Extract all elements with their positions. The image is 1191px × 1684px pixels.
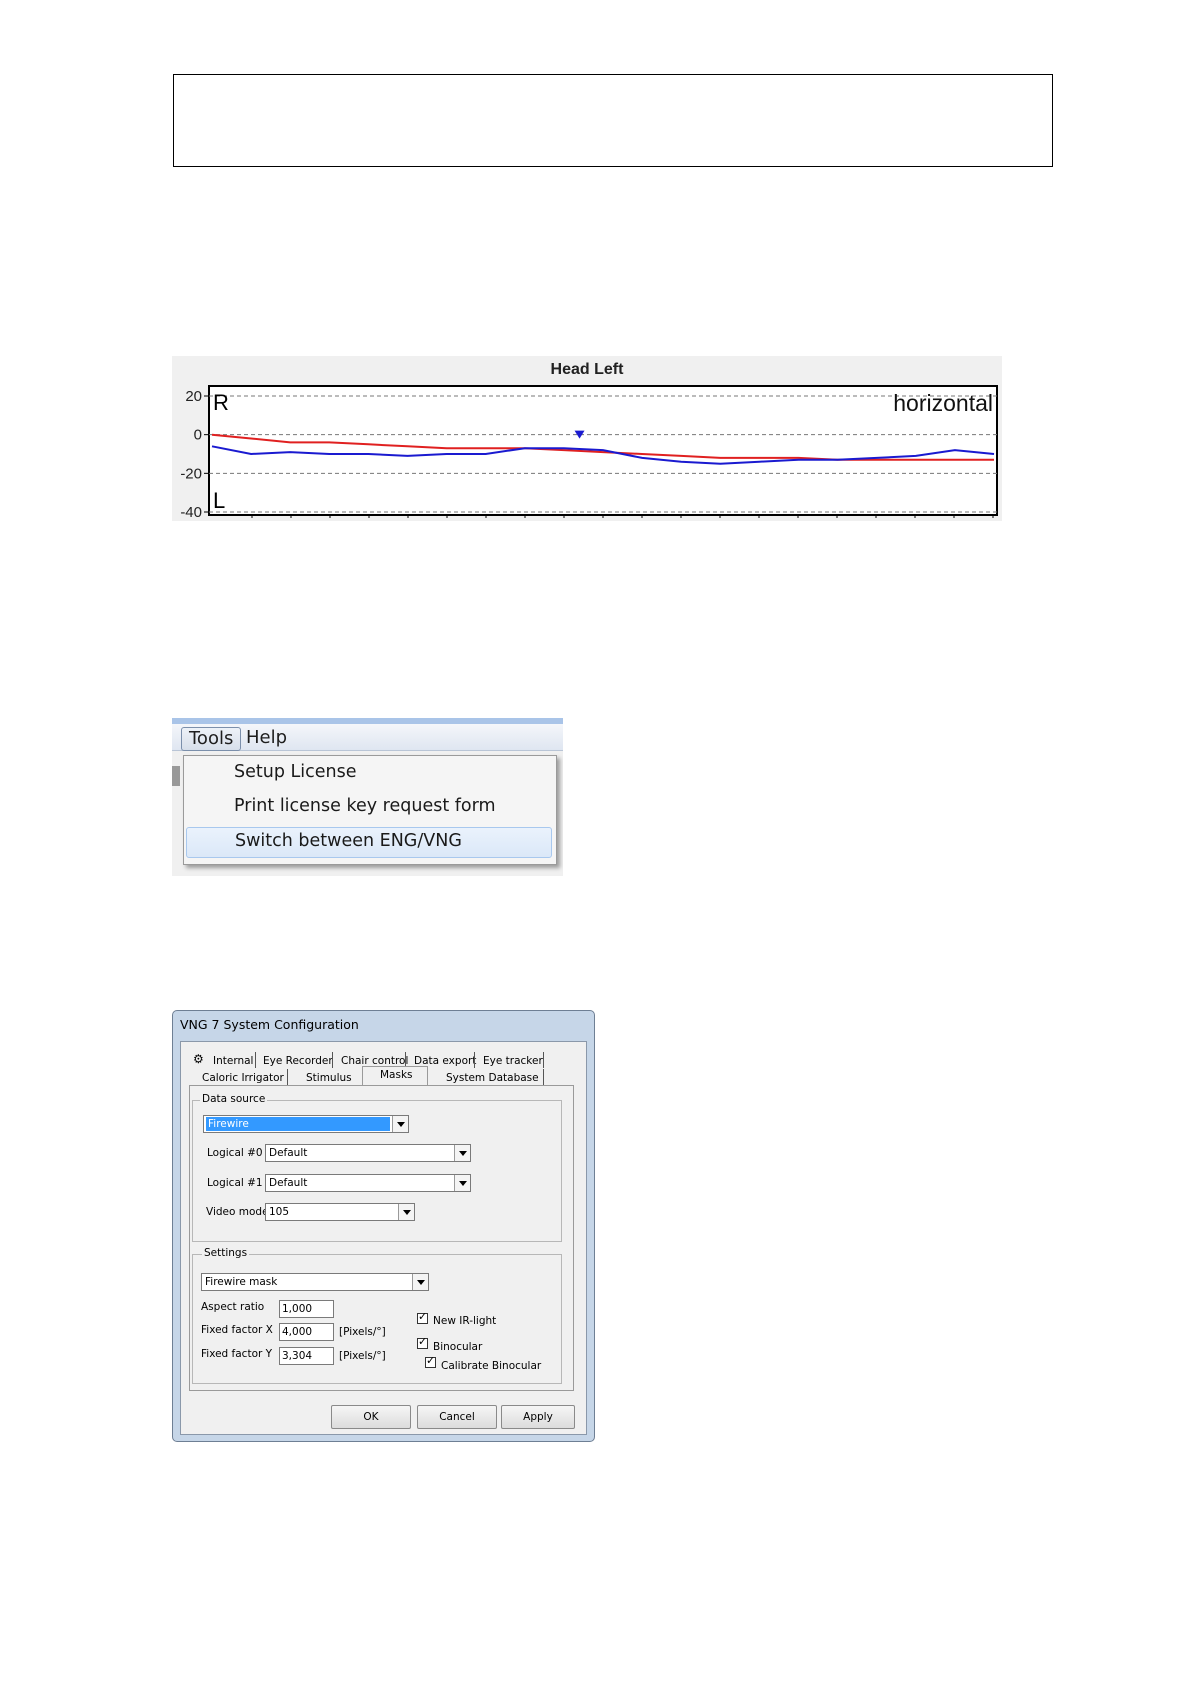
- system-configuration-dialog: VNG 7 System Configuration ⚙ Internal Ey…: [172, 1010, 595, 1442]
- toolbar-edge: [172, 766, 180, 786]
- tab-eye-tracker[interactable]: Eye tracker: [483, 1055, 543, 1067]
- tab-divider: [543, 1052, 544, 1068]
- y-tick-label: -40: [180, 504, 202, 521]
- menu-tools[interactable]: Tools: [181, 727, 242, 751]
- ok-button[interactable]: OK: [331, 1405, 411, 1429]
- dialog-body: ⚙ Internal Eye Recorder Chair control Da…: [180, 1041, 587, 1435]
- apply-button[interactable]: Apply: [501, 1405, 575, 1429]
- fixed-factor-y-unit: [Pixels/°]: [339, 1350, 386, 1362]
- head-left-chart: Head Left 20 0 -20 -40 R Lhorizontal: [172, 356, 1002, 521]
- menu-item-label: Switch between ENG/VNG: [235, 831, 462, 851]
- video-mode-label: Video mode: [206, 1206, 269, 1218]
- settings-icon: ⚙: [193, 1052, 204, 1066]
- calibrate-binocular-label: Calibrate Binocular: [441, 1360, 542, 1372]
- new-ir-light-checkbox[interactable]: [417, 1310, 428, 1324]
- logical1-label: Logical #1: [207, 1177, 263, 1189]
- menu-help[interactable]: Help: [239, 727, 294, 749]
- chevron-down-icon: [454, 1175, 470, 1191]
- input-value: 4,000: [282, 1326, 313, 1338]
- group-title: Settings: [202, 1247, 250, 1259]
- tab-stimulus[interactable]: Stimulus: [306, 1072, 352, 1084]
- tab-internal[interactable]: Internal: [213, 1055, 253, 1067]
- dialog-title: VNG 7 System Configuration: [180, 1017, 359, 1032]
- y-tick-label: -20: [180, 465, 202, 482]
- y-tick-label: 0: [194, 427, 202, 444]
- menu-item-setup-license[interactable]: Setup License: [186, 759, 552, 790]
- fixed-factor-x-unit: [Pixels/°]: [339, 1326, 386, 1338]
- settings-group: Settings Firewire mask Aspect ratio 1,00…: [192, 1247, 562, 1384]
- chevron-down-icon: [412, 1274, 428, 1290]
- selected-value: Firewire: [206, 1117, 390, 1131]
- menu-item-switch-eng-vng[interactable]: Switch between ENG/VNG: [186, 827, 552, 858]
- input-value: 3,304: [282, 1350, 313, 1362]
- selected-value: Firewire mask: [205, 1276, 278, 1288]
- header-frame: [173, 74, 1053, 167]
- mask-select[interactable]: Firewire mask: [201, 1273, 429, 1291]
- tab-divider: [474, 1052, 475, 1068]
- new-ir-light-label: New IR-light: [433, 1315, 497, 1327]
- group-title: Data source: [200, 1093, 268, 1105]
- horizontal-label: horizontal: [893, 390, 993, 416]
- tab-divider: [287, 1069, 288, 1085]
- right-label: R: [213, 390, 229, 415]
- tab-caloric-irrigator[interactable]: Caloric Irrigator: [202, 1072, 284, 1084]
- input-value: 1,000: [282, 1303, 313, 1315]
- masks-tab-panel: Data source Firewire Logical #0 Default …: [189, 1085, 574, 1391]
- fixed-factor-x-label: Fixed factor X: [201, 1324, 273, 1336]
- chevron-down-icon: [454, 1145, 470, 1161]
- data-source-group: Data source Firewire Logical #0 Default …: [192, 1093, 562, 1242]
- chart-svg: Head Left 20 0 -20 -40 R Lhorizontal: [180, 361, 998, 521]
- aspect-ratio-input[interactable]: 1,000: [279, 1300, 334, 1318]
- binocular-label: Binocular: [433, 1341, 483, 1353]
- y-tick-label: 20: [185, 388, 202, 405]
- tools-dropdown: Setup License Print license key request …: [183, 755, 557, 865]
- menu-item-label: Setup License: [234, 762, 357, 782]
- chevron-down-icon: [392, 1116, 408, 1132]
- button-label: Apply: [523, 1411, 553, 1423]
- tab-eye-recorder[interactable]: Eye Recorder: [263, 1055, 333, 1067]
- tab-system-database[interactable]: System Database: [446, 1072, 539, 1084]
- selected-value: Default: [269, 1147, 308, 1159]
- menu-bar: Tools Help: [172, 724, 563, 751]
- calibrate-binocular-checkbox[interactable]: [425, 1354, 436, 1368]
- selected-value: Default: [269, 1177, 308, 1189]
- chart-title: Head Left: [551, 361, 625, 378]
- data-source-select[interactable]: Firewire: [203, 1115, 409, 1133]
- fixed-factor-x-input[interactable]: 4,000: [279, 1323, 334, 1341]
- menu-screenshot: Tools Help Setup License Print license k…: [172, 718, 563, 876]
- tab-masks[interactable]: Masks: [380, 1069, 413, 1081]
- logical0-select[interactable]: Default: [265, 1144, 471, 1162]
- binocular-checkbox[interactable]: [417, 1335, 428, 1349]
- cancel-button[interactable]: Cancel: [417, 1405, 497, 1429]
- fixed-factor-y-label: Fixed factor Y: [201, 1348, 273, 1360]
- video-mode-select[interactable]: 105: [265, 1203, 415, 1221]
- selected-value: 105: [269, 1206, 290, 1218]
- tab-divider: [332, 1052, 333, 1068]
- button-label: OK: [363, 1411, 379, 1423]
- tab-divider: [543, 1069, 544, 1085]
- logical1-select[interactable]: Default: [265, 1174, 471, 1192]
- menu-item-print-license-key[interactable]: Print license key request form: [186, 793, 552, 824]
- button-label: Cancel: [439, 1411, 475, 1423]
- tab-divider: [255, 1052, 256, 1068]
- menu-item-label: Print license key request form: [234, 796, 496, 816]
- aspect-ratio-label: Aspect ratio: [201, 1301, 265, 1313]
- chevron-down-icon: [398, 1204, 414, 1220]
- logical0-label: Logical #0: [207, 1147, 263, 1159]
- fixed-factor-y-input[interactable]: 3,304: [279, 1347, 334, 1365]
- left-label: L: [213, 488, 225, 513]
